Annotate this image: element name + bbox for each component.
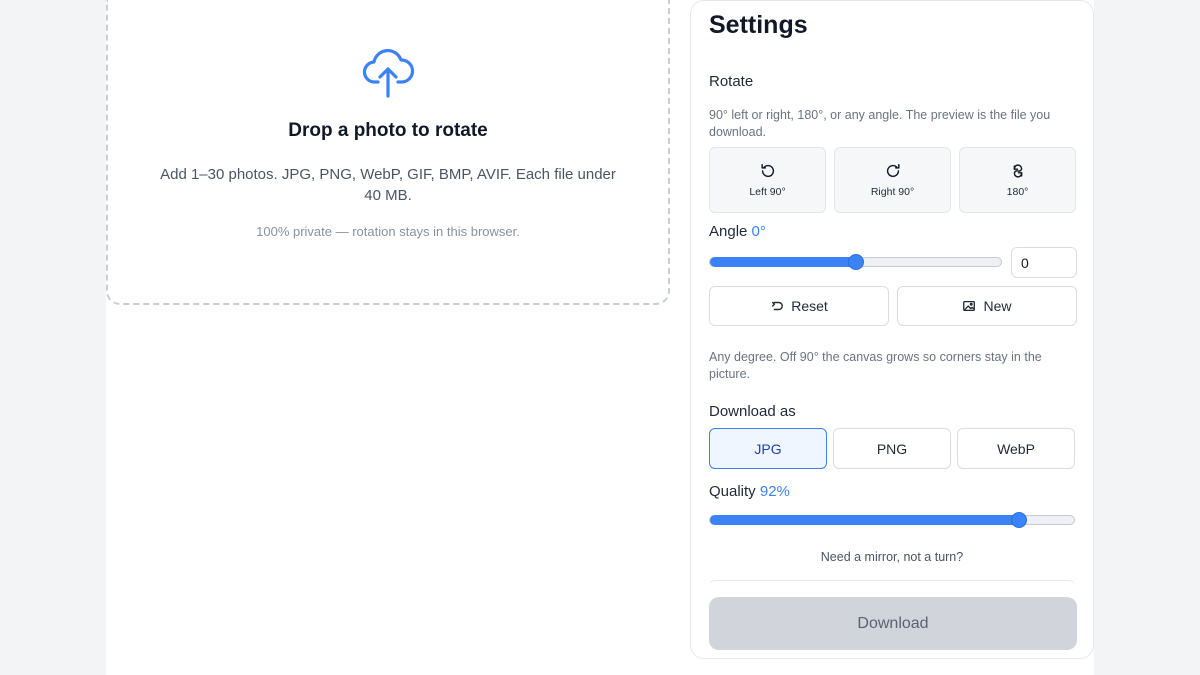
- format-webp-button[interactable]: WebP: [957, 428, 1075, 469]
- quality-slider[interactable]: [709, 512, 1075, 528]
- rotate-right-icon: [886, 163, 900, 178]
- rotate-left-label: Left 90°: [749, 186, 786, 198]
- format-jpg-button[interactable]: JPG: [709, 428, 827, 469]
- angle-input[interactable]: [1011, 247, 1077, 278]
- privacy-note: 100% private — rotation stays in this br…: [256, 224, 520, 239]
- download-as-label: Download as: [709, 403, 796, 420]
- cloud-upload-icon: [362, 49, 414, 98]
- reset-label: Reset: [791, 298, 828, 314]
- quality-slider-thumb[interactable]: [1011, 512, 1028, 528]
- format-png-button[interactable]: PNG: [833, 428, 951, 469]
- angle-value: 0°: [751, 223, 766, 240]
- new-label: New: [983, 298, 1012, 314]
- quality-slider-fill: [710, 515, 1020, 525]
- image-icon: [963, 300, 976, 312]
- angle-slider[interactable]: [709, 254, 1002, 270]
- rotate-right-button[interactable]: Right 90°: [834, 147, 951, 213]
- settings-title: Settings: [709, 11, 808, 39]
- angle-label-text: Angle: [709, 223, 748, 240]
- quality-value: 92%: [759, 483, 790, 500]
- angle-slider-thumb[interactable]: [847, 254, 864, 270]
- rotate-right-label: Right 90°: [870, 186, 915, 198]
- new-button[interactable]: New: [897, 286, 1077, 326]
- mirror-link[interactable]: Need a mirror, not a turn?: [691, 550, 1093, 564]
- undo-icon: [772, 301, 784, 311]
- rotate-label: Rotate: [709, 73, 754, 90]
- rotate-hint: 90° left or right, 180°, or any angle. T…: [709, 108, 1051, 139]
- angle-slider-fill: [710, 257, 856, 267]
- rotate-180-label: 180°: [1006, 186, 1029, 198]
- quality-label-text: Quality: [709, 483, 756, 500]
- angle-label: Angle 0°: [709, 223, 766, 240]
- rotate-180-button[interactable]: 180°: [959, 147, 1076, 213]
- dropzone-description: Add 1–30 photos. JPG, PNG, WebP, GIF, BM…: [160, 166, 616, 204]
- divider: [709, 580, 1075, 588]
- rotate-180-icon: [1013, 164, 1022, 178]
- reset-button[interactable]: Reset: [709, 286, 889, 326]
- download-button[interactable]: Download: [709, 597, 1077, 650]
- dropzone-title: Drop a photo to rotate: [288, 120, 488, 141]
- rotate-left-button[interactable]: Left 90°: [709, 147, 826, 213]
- angle-hint: Any degree. Off 90° the canvas grows so …: [709, 350, 1042, 381]
- upload-dropzone[interactable]: Drop a photo to rotate Add 1–30 photos. …: [106, 0, 670, 305]
- rotate-left-icon: [760, 163, 774, 178]
- settings-panel: Settings Rotate 90° left or right, 180°,…: [690, 0, 1094, 659]
- quality-label: Quality 92%: [709, 483, 790, 500]
